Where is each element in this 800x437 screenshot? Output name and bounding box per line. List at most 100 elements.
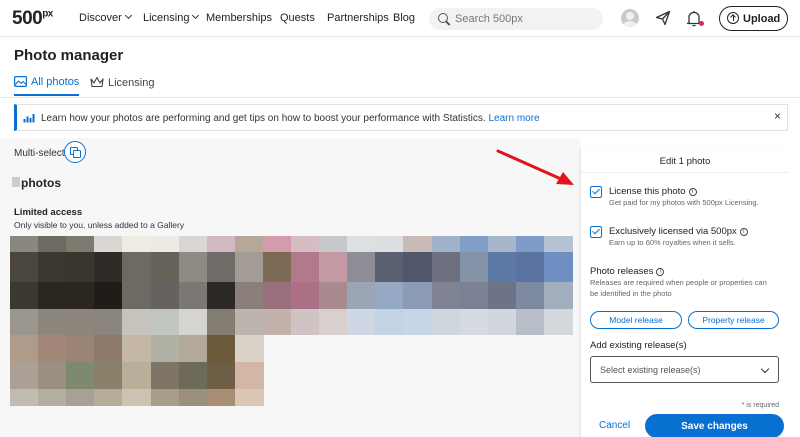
photo-thumbnail-tile	[431, 282, 461, 309]
send-message-icon[interactable]	[655, 10, 671, 26]
nav-licensing[interactable]: Licensing	[143, 11, 200, 24]
logo-sup: px	[42, 8, 53, 20]
photo-thumbnail-tile	[178, 362, 208, 389]
license-label: License this photo	[609, 186, 686, 197]
photo-thumbnail-tile	[38, 362, 68, 389]
photo-thumbnail-tile	[347, 309, 377, 335]
upload-button[interactable]: Upload	[719, 6, 788, 31]
close-icon[interactable]: ×	[774, 109, 781, 123]
photo-thumbnail-tile	[543, 252, 573, 282]
exclusive-label: Exclusively licensed via 500px	[609, 226, 737, 237]
photo-thumbnail-tile	[38, 252, 68, 282]
search-input[interactable]	[455, 11, 595, 27]
photo-placeholder	[12, 177, 20, 187]
save-changes-button[interactable]: Save changes	[645, 414, 784, 437]
exclusive-checkbox[interactable]	[590, 226, 602, 238]
chevron-down-icon	[124, 11, 132, 20]
photo-thumbnail-tile	[122, 362, 152, 389]
photo-thumbnail-tile	[403, 282, 433, 309]
learn-more-link[interactable]: Learn more	[488, 113, 539, 124]
existing-release-label: Add existing release(s)	[590, 340, 687, 351]
photo-thumbnail-tile	[262, 282, 292, 309]
photo-thumbnail-tile	[375, 282, 405, 309]
photo-thumbnail-tile	[347, 252, 377, 282]
photo-thumbnail-tile	[234, 282, 264, 309]
photo-thumbnail-tile	[543, 309, 573, 335]
banner-text: Learn how your photos are performing and…	[41, 113, 540, 124]
existing-release-select[interactable]: Select existing release(s)	[590, 356, 779, 383]
photo-thumbnail-tile	[319, 252, 349, 282]
photo-thumbnail-tile	[94, 389, 124, 406]
nav-discover[interactable]: Discover	[79, 11, 132, 24]
info-icon[interactable]: i	[739, 228, 748, 236]
logo-text: 500	[12, 8, 43, 29]
photo-thumbnail-tile	[94, 236, 124, 252]
photo-thumbnail-tile	[234, 362, 264, 389]
photo-thumbnail-tile	[38, 335, 68, 362]
avatar[interactable]	[621, 9, 639, 27]
info-icon[interactable]: i	[688, 188, 697, 196]
nav-quests[interactable]: Quests	[280, 12, 315, 24]
annotation-arrow-icon	[496, 149, 574, 185]
photo-thumbnail-tile	[122, 389, 152, 406]
section-title: Limited access	[14, 207, 83, 218]
photo-thumbnail-tile	[122, 252, 152, 282]
nav-blog[interactable]: Blog	[393, 12, 415, 24]
nav-memberships[interactable]: Memberships	[206, 12, 272, 24]
nav-licensing-label: Licensing	[143, 12, 190, 24]
license-checkbox[interactable]	[590, 186, 602, 198]
photo-thumbnail-tile	[262, 236, 292, 252]
tab-licensing[interactable]: Licensing	[90, 74, 154, 96]
photo-thumbnail-tile	[10, 389, 39, 406]
photo-thumbnail-tile	[150, 362, 180, 389]
photo-thumbnail-tile	[178, 309, 208, 335]
photo-thumbnail-tile	[403, 236, 433, 252]
info-icon[interactable]: i	[656, 268, 665, 276]
photo-thumbnail-tile	[150, 389, 180, 406]
photo-thumbnail-tile	[66, 236, 96, 252]
photo-thumbnail-tile	[319, 309, 349, 335]
cancel-button[interactable]: Cancel	[599, 420, 630, 431]
multiselect-label: Multi-select	[14, 148, 65, 159]
photo-thumbnail-tile	[291, 282, 320, 309]
photo-thumbnail-tile	[206, 335, 236, 362]
model-release-button[interactable]: Model release	[590, 311, 682, 329]
section-subtitle: Only visible to you, unless added to a G…	[14, 220, 185, 230]
page-title: Photo manager	[14, 47, 124, 64]
photo-thumbnail-tile	[206, 389, 236, 406]
photo-thumbnail-tile	[206, 282, 236, 309]
search-box[interactable]	[429, 8, 603, 30]
photos-heading-text: photos	[21, 176, 61, 190]
photo-thumbnail-tile	[347, 282, 377, 309]
photo-thumbnail-tile	[515, 282, 545, 309]
photo-thumbnail-tile	[122, 236, 152, 252]
nav-partnerships[interactable]: Partnerships	[327, 12, 389, 24]
logo-500px[interactable]: 500px	[12, 8, 53, 30]
image-icon	[14, 76, 28, 88]
photo-thumbnail-tile	[206, 362, 236, 389]
photo-thumbnail-tile	[206, 236, 236, 252]
chevron-down-icon	[192, 11, 200, 20]
photo-thumbnail-tile	[234, 236, 264, 252]
photo-thumbnail-tile	[262, 252, 292, 282]
property-release-button[interactable]: Property release	[688, 311, 779, 329]
photo-grid[interactable]	[10, 236, 573, 406]
photo-thumbnail-tile	[543, 282, 573, 309]
exclusive-sub: Earn up to 60% royalties when it sells.	[609, 238, 736, 247]
photo-thumbnail-tile	[10, 309, 39, 335]
notifications-bell[interactable]	[686, 10, 704, 27]
photo-thumbnail-tile	[150, 282, 180, 309]
panel-divider	[581, 172, 789, 173]
photo-thumbnail-tile	[515, 309, 545, 335]
photo-thumbnail-tile	[375, 309, 405, 335]
photo-thumbnail-tile	[375, 236, 405, 252]
tab-all-photos[interactable]: All photos	[14, 74, 80, 96]
photo-thumbnail-tile	[10, 282, 39, 309]
photo-thumbnail-tile	[459, 236, 489, 252]
crown-icon	[90, 76, 104, 88]
notification-dot	[699, 21, 704, 26]
multiselect-toggle[interactable]	[64, 141, 86, 163]
photo-thumbnail-tile	[38, 236, 68, 252]
photo-thumbnail-tile	[94, 362, 124, 389]
photo-thumbnail-tile	[178, 236, 208, 252]
